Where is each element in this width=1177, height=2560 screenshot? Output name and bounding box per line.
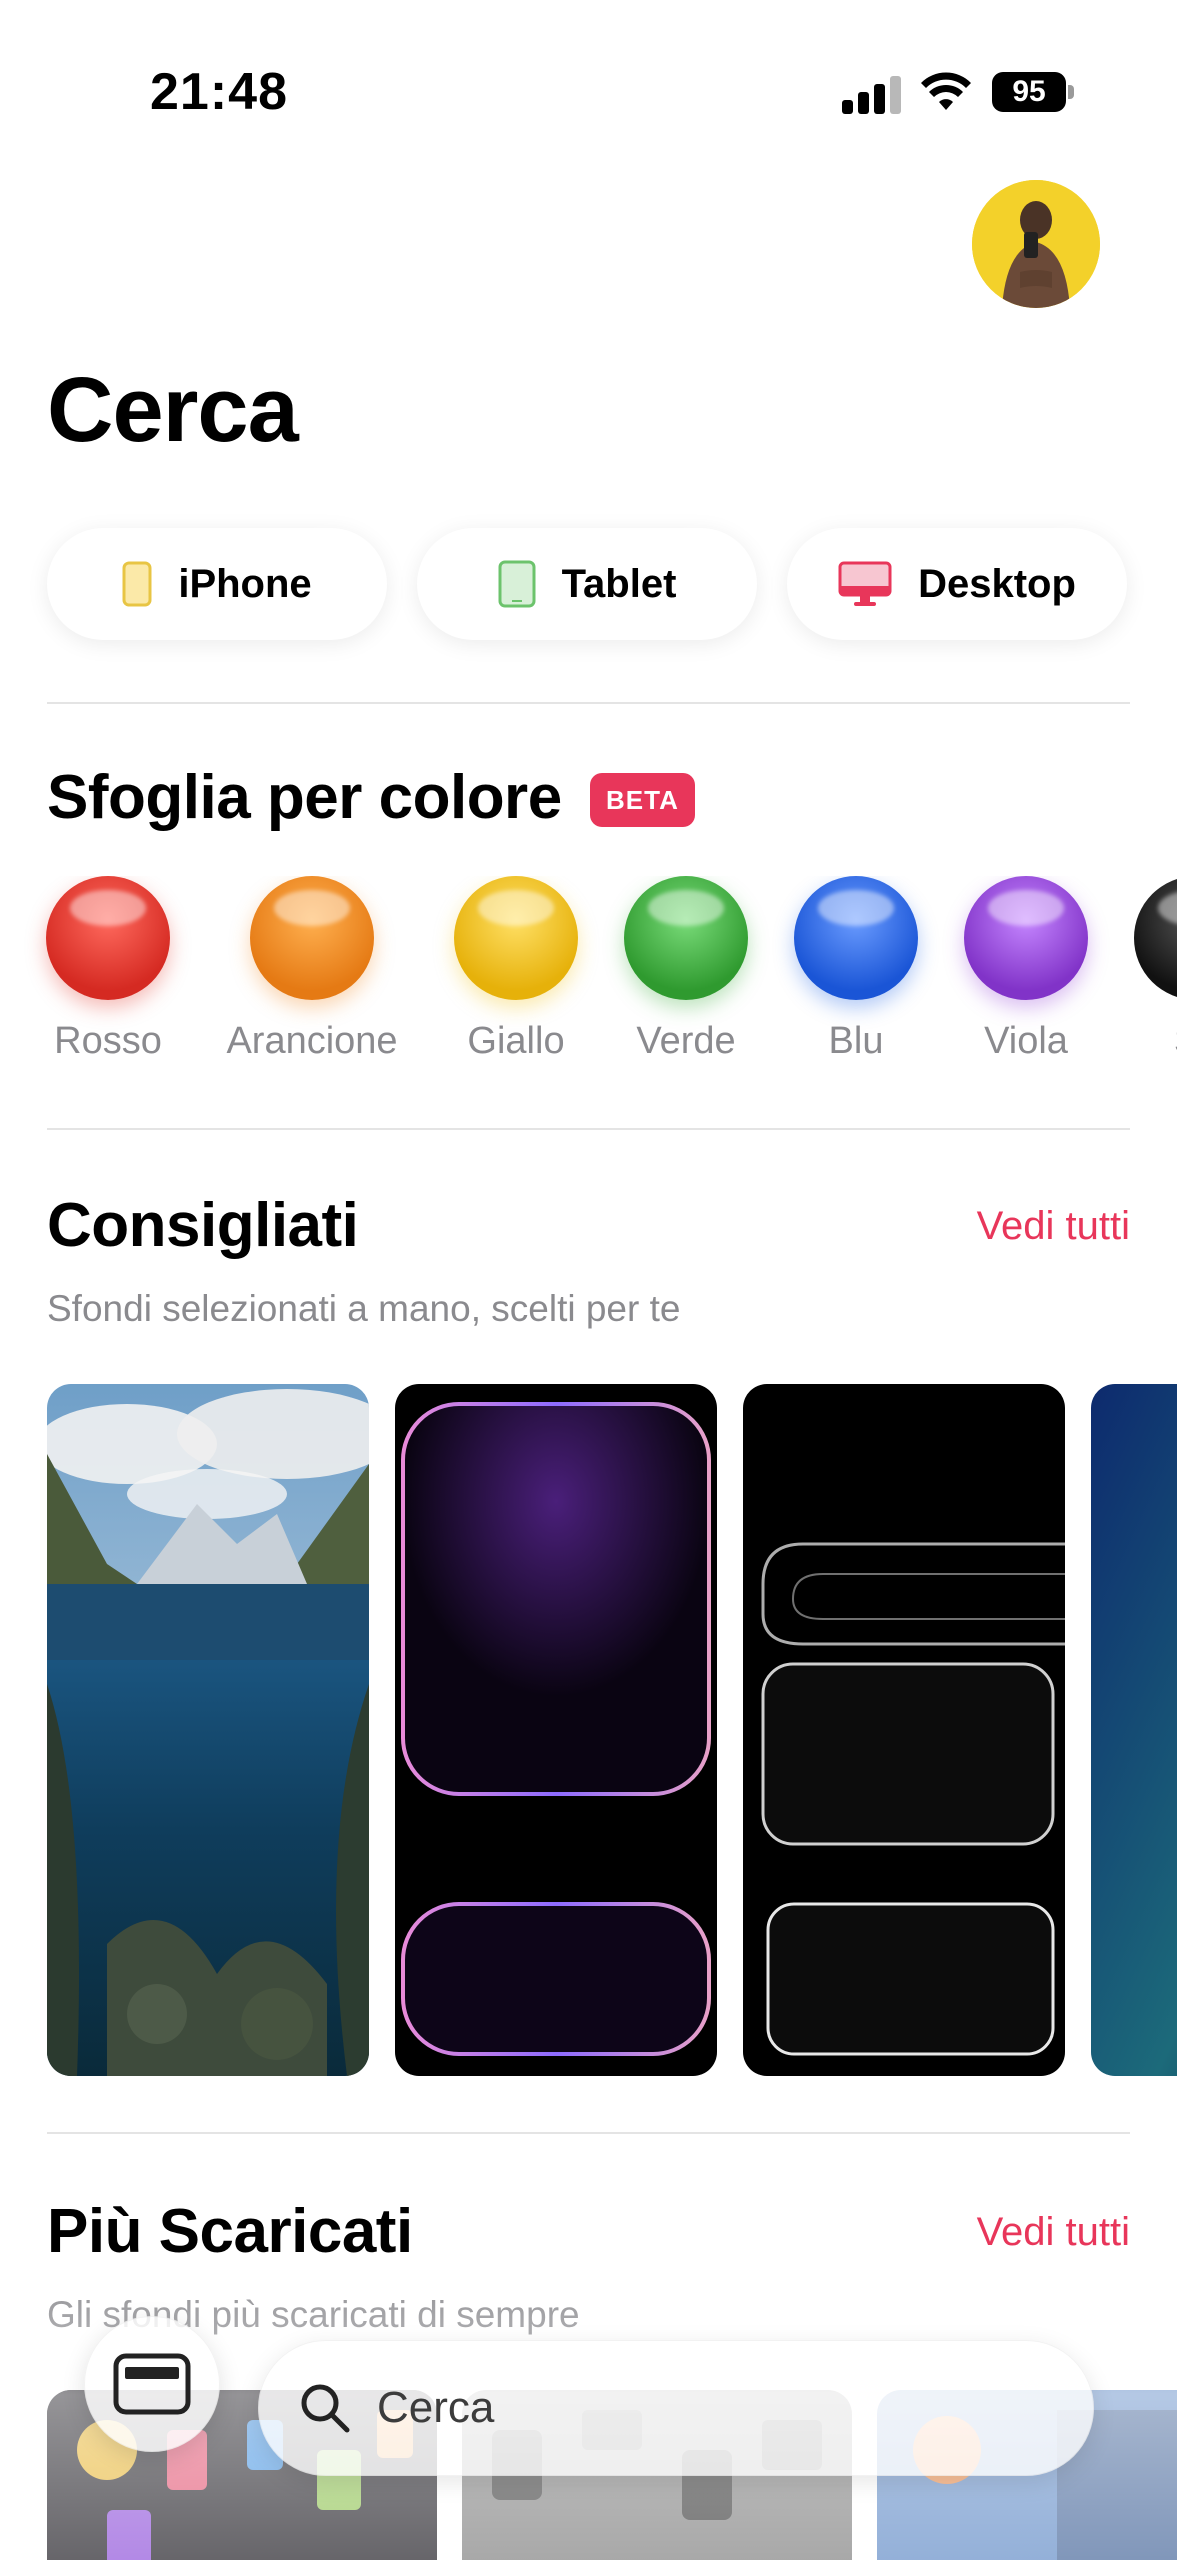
device-filter-chips: iPhone Tablet Desktop <box>47 528 1127 640</box>
desktop-icon <box>838 561 892 606</box>
wallpaper-image <box>1091 1384 1177 2076</box>
featured-see-all-link[interactable]: Vedi tutti <box>977 1204 1130 1249</box>
search-input[interactable]: Cerca <box>258 2340 1094 2476</box>
battery-icon: 95 <box>992 72 1074 112</box>
color-swatch-blue <box>794 876 918 1000</box>
color-swatch-red <box>46 876 170 1000</box>
battery-level: 95 <box>992 72 1066 112</box>
featured-wallpaper-list <box>0 1384 1177 2076</box>
colors-section-title: Sfoglia per colore <box>47 763 562 832</box>
color-item-rosso[interactable]: Rosso <box>8 876 208 1063</box>
color-label: Arancione <box>226 1020 398 1062</box>
color-label: Rosso <box>54 1020 162 1062</box>
divider <box>47 702 1130 704</box>
wallpaper-image <box>47 1384 369 2076</box>
color-item-scuro[interactable]: Sc <box>1096 876 1177 1063</box>
status-bar: 21:48 95 <box>0 0 1177 190</box>
beta-badge: BETA <box>590 773 695 827</box>
chip-desktop[interactable]: Desktop <box>787 528 1127 640</box>
page-title: Cerca <box>47 359 299 461</box>
divider <box>47 1128 1130 1130</box>
tablet-icon <box>498 560 536 608</box>
status-time: 21:48 <box>150 63 288 121</box>
color-swatch-orange <box>250 876 374 1000</box>
chip-iphone-label: iPhone <box>178 561 312 606</box>
cellular-signal-icon <box>842 74 901 114</box>
color-swatch-yellow <box>454 876 578 1000</box>
wallpapers-tab-icon <box>113 2353 191 2415</box>
wallpaper-image <box>395 1384 717 2076</box>
chip-desktop-label: Desktop <box>918 561 1076 606</box>
color-item-arancione[interactable]: Arancione <box>212 876 412 1063</box>
chip-iphone[interactable]: iPhone <box>47 528 387 640</box>
wifi-icon <box>921 72 971 110</box>
chip-tablet-label: Tablet <box>561 561 677 606</box>
featured-subtitle: Sfondi selezionati a mano, scelti per te <box>47 1288 681 1329</box>
wallpaper-card[interactable] <box>743 1384 1065 2076</box>
color-swatch-purple <box>964 876 1088 1000</box>
wallpaper-card[interactable] <box>1091 1384 1177 2076</box>
wallpaper-card[interactable] <box>47 1384 369 2076</box>
divider <box>47 2132 1130 2134</box>
most-downloaded-see-all-link[interactable]: Vedi tutti <box>977 2210 1130 2255</box>
wallpaper-card[interactable] <box>395 1384 717 2076</box>
search-placeholder: Cerca <box>377 2383 495 2432</box>
color-label: Sc <box>1096 1020 1177 1063</box>
iphone-icon <box>122 561 152 607</box>
color-swatch-black <box>1134 876 1177 1000</box>
color-list: Rosso Arancione Giallo Verde Blu Viola S… <box>0 876 1177 1076</box>
wallpaper-image <box>743 1384 1065 2076</box>
avatar[interactable] <box>972 180 1100 308</box>
color-swatch-green <box>624 876 748 1000</box>
chip-tablet[interactable]: Tablet <box>417 528 757 640</box>
library-tab-button[interactable] <box>84 2316 220 2452</box>
profile-photo <box>972 180 1100 308</box>
search-icon <box>301 2384 350 2433</box>
featured-section-title: Consigliati <box>47 1191 359 1260</box>
most-downloaded-section-title: Più Scaricati <box>47 2197 413 2266</box>
